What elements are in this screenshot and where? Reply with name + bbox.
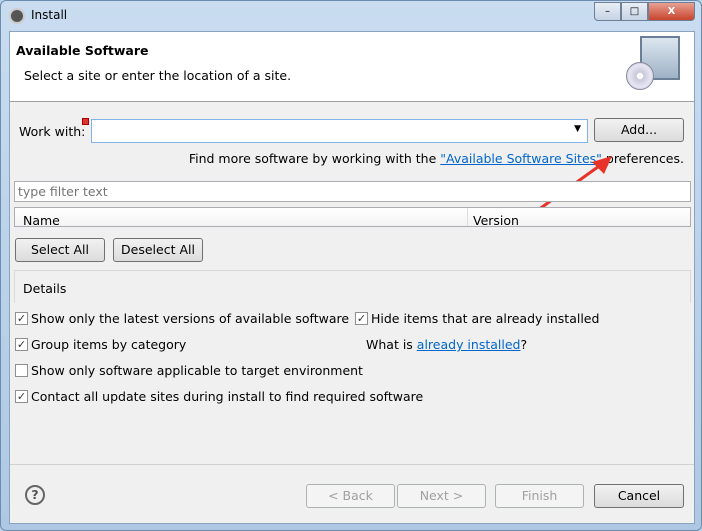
help-icon[interactable]: ? (25, 485, 45, 505)
cancel-button[interactable]: Cancel (594, 484, 684, 508)
find-more-prefix: Find more software by working with the (188, 151, 441, 166)
already-installed-link[interactable]: already installed (417, 337, 521, 352)
checkbox-target-env[interactable] (15, 364, 28, 377)
already-installed-text: What is already installed? (366, 337, 527, 352)
back-button[interactable]: < Back (306, 484, 395, 508)
finish-button[interactable]: Finish (495, 484, 584, 508)
details-label: Details (23, 281, 67, 296)
error-icon (82, 118, 89, 125)
checkbox-latest-versions[interactable]: ✓ (15, 312, 28, 325)
target-env-label[interactable]: Show only software applicable to target … (31, 363, 363, 378)
checkbox-contact-sites[interactable]: ✓ (15, 390, 28, 403)
column-name[interactable]: Name (23, 213, 60, 228)
dropdown-arrow-icon[interactable]: ▼ (574, 124, 581, 134)
page-title: Available Software (16, 43, 149, 58)
contact-sites-label[interactable]: Contact all update sites during install … (31, 389, 423, 404)
next-button[interactable]: Next > (397, 484, 486, 508)
already-prefix: What is (366, 337, 417, 352)
eclipse-icon (9, 8, 25, 24)
footer-divider (10, 464, 694, 465)
filter-input[interactable] (14, 181, 691, 202)
close-button[interactable]: X (648, 2, 695, 21)
maximize-button[interactable]: □ (621, 2, 648, 21)
page-subtitle: Select a site or enter the location of a… (24, 68, 292, 83)
hide-installed-label[interactable]: Hide items that are already installed (371, 311, 599, 326)
dialog-body: Available Software Select a site or ente… (9, 31, 695, 524)
work-with-label: Work with: (19, 124, 86, 139)
select-all-button[interactable]: Select All (15, 238, 105, 262)
dialog-header: Available Software Select a site or ente… (10, 32, 694, 102)
details-group: Details (14, 270, 691, 303)
window-title: Install (31, 8, 68, 22)
latest-versions-label[interactable]: Show only the latest versions of availab… (31, 311, 349, 326)
checkbox-hide-installed[interactable]: ✓ (355, 312, 368, 325)
work-with-combo[interactable]: ▼ (91, 119, 588, 143)
cd-icon (626, 62, 654, 90)
software-table: Name Version (14, 207, 691, 228)
already-suffix: ? (520, 337, 528, 352)
title-bar: Install – □ X (1, 1, 701, 31)
add-button[interactable]: Add... (594, 118, 684, 142)
column-divider[interactable] (467, 208, 468, 226)
group-category-label[interactable]: Group items by category (31, 337, 186, 352)
minimize-button[interactable]: – (594, 2, 621, 21)
checkbox-group-category[interactable]: ✓ (15, 338, 28, 351)
install-window: Install – □ X Available Software Select … (0, 0, 702, 531)
column-version[interactable]: Version (473, 213, 519, 228)
deselect-all-button[interactable]: Deselect All (113, 238, 203, 262)
